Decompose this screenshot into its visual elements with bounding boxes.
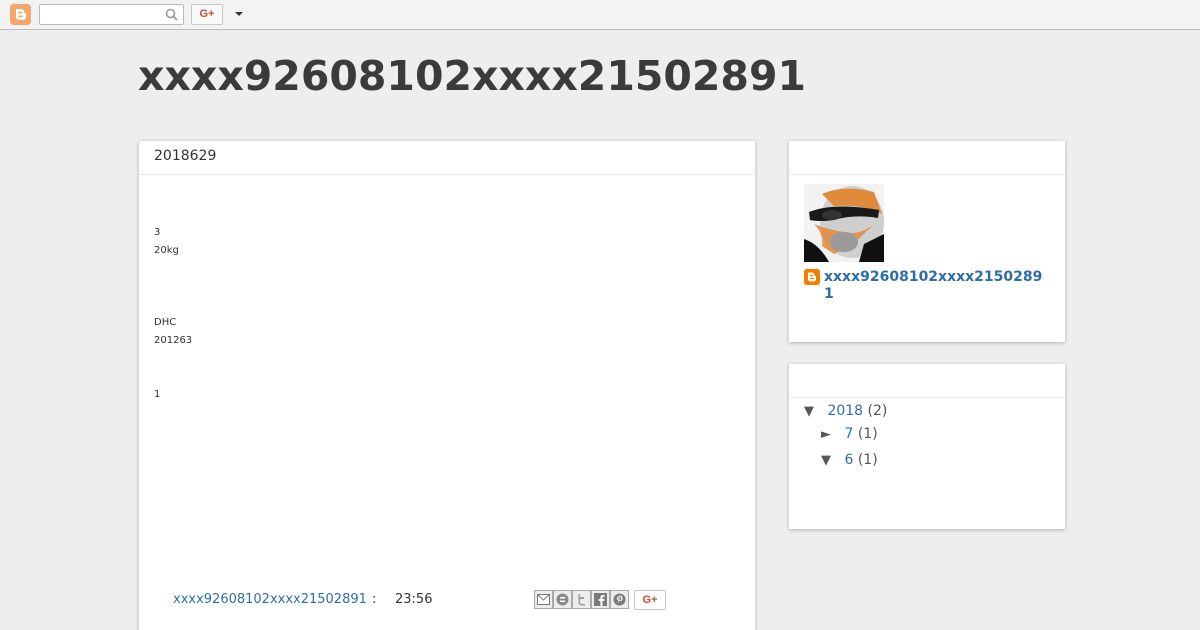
share-gplus-button[interactable]: G+ [634, 590, 666, 610]
profile-widget: xxxx92608102xxxx21502891 [789, 141, 1065, 342]
avatar[interactable] [804, 184, 884, 262]
archive-year-item: ▼ 2018 (2) [804, 403, 887, 419]
archive-month-link[interactable]: 6 [844, 452, 853, 468]
archive-widget: ▼ 2018 (2) ► 7 (1) ▼ 6 (1) [789, 364, 1065, 529]
facebook-icon[interactable] [591, 590, 610, 609]
blogger-profile-icon [804, 269, 820, 285]
search-box[interactable] [39, 4, 184, 26]
archive-month-item: ► 7 (1) [821, 426, 878, 442]
post-colon: : [372, 592, 377, 607]
pinterest-icon[interactable] [610, 590, 629, 609]
post-line: 20kg [154, 245, 179, 256]
search-input[interactable] [40, 6, 160, 26]
blog-title[interactable]: xxxx92608102xxxx21502891 [138, 52, 806, 100]
archive-year-link[interactable]: 2018 [827, 403, 863, 419]
chevron-down-icon[interactable] [234, 10, 244, 18]
gplus-button[interactable]: G+ [191, 4, 223, 25]
archive-widget-title [789, 364, 1065, 398]
archive-count: (1) [857, 426, 878, 442]
post-line: 1 [154, 389, 161, 400]
post-line: 3 [154, 227, 161, 238]
expand-toggle-icon[interactable]: ▼ [804, 404, 823, 419]
profile-widget-title [789, 141, 1065, 175]
post-line: 201263 [154, 335, 193, 346]
profile-name[interactable]: xxxx92608102xxxx21502891 [824, 269, 1049, 303]
post-card: 2018629 3 20kg DHC 201263 1 xxxx92608102… [139, 141, 755, 630]
expand-toggle-icon[interactable]: ► [821, 427, 840, 442]
archive-count: (1) [857, 452, 878, 468]
blogthis-icon[interactable] [553, 590, 572, 609]
twitter-icon[interactable] [572, 590, 591, 609]
archive-count: (2) [867, 403, 888, 419]
archive-month-item: ▼ 6 (1) [821, 452, 878, 468]
post-line: DHC [154, 317, 177, 328]
search-icon[interactable] [165, 8, 178, 21]
post-author-link[interactable]: xxxx92608102xxxx21502891 [173, 592, 367, 607]
post-date-header: 2018629 [139, 141, 755, 175]
post-timestamp[interactable]: 23:56 [395, 592, 432, 607]
navbar: G+ [0, 0, 1200, 30]
expand-toggle-icon[interactable]: ▼ [821, 453, 840, 468]
email-icon[interactable] [534, 590, 553, 609]
archive-month-link[interactable]: 7 [844, 426, 853, 442]
blogger-icon[interactable] [10, 4, 31, 25]
